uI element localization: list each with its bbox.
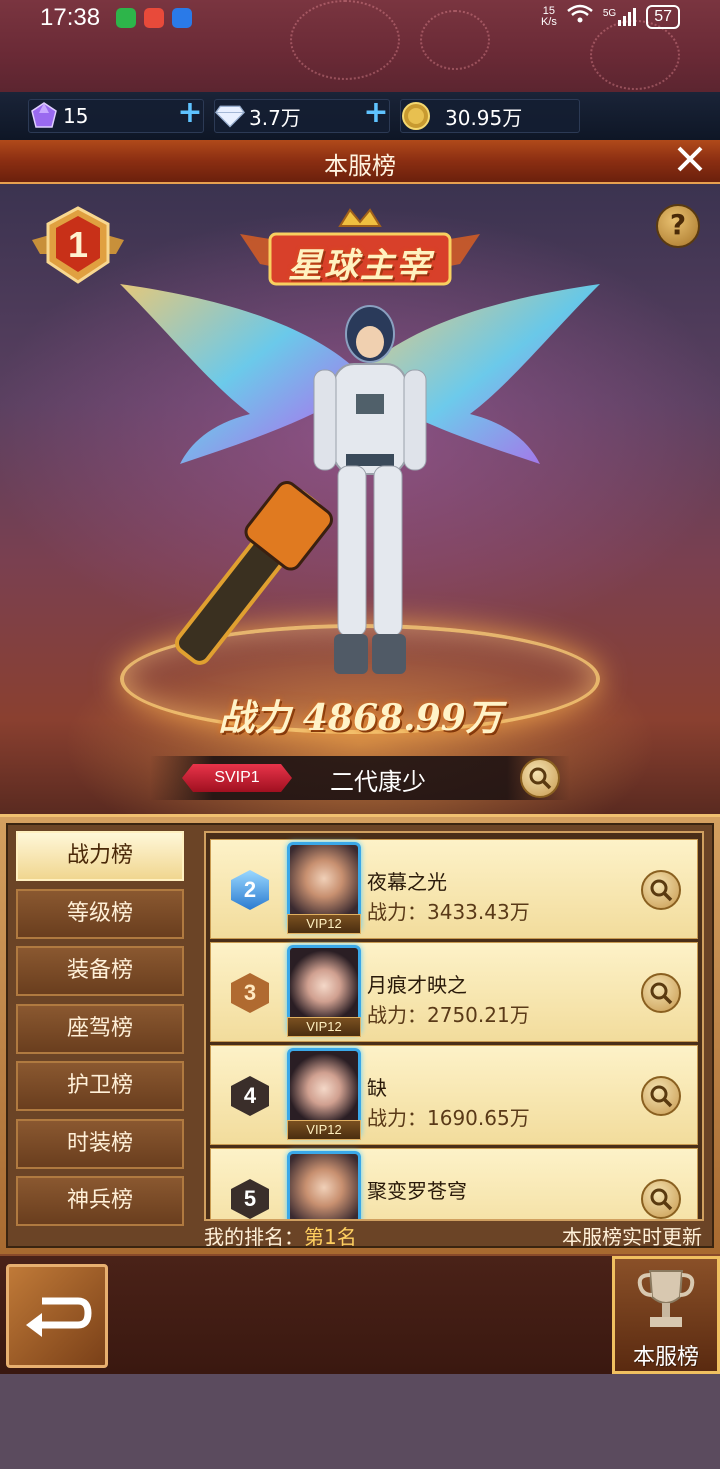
player-name: 月痕才映之: [367, 973, 467, 997]
champion-stage: 1 ? 星球主宰 战力 4868.99万 SVIP1 二代康少: [0, 184, 720, 814]
wifi-icon: [567, 4, 593, 29]
view-player-button[interactable]: [641, 870, 681, 910]
player-name: 聚变罗苍穹: [367, 1179, 467, 1203]
server-rank-button[interactable]: 本服榜: [612, 1256, 720, 1374]
trophy-icon: [637, 1270, 695, 1327]
view-champion-button[interactable]: [520, 758, 560, 798]
page-title: 本服榜: [324, 152, 396, 180]
help-button[interactable]: ?: [656, 204, 700, 248]
battery-indicator: 57: [646, 4, 680, 29]
list-item[interactable]: 4 VIP12 缺 战力：1690.65万: [210, 1045, 698, 1145]
diamonds-value: 3.7万: [249, 105, 301, 130]
champion-power: 战力 4868.99万: [218, 697, 502, 739]
add-diamonds-button[interactable]: +: [362, 98, 390, 128]
add-gems-button[interactable]: +: [176, 98, 204, 128]
rank-panel: 战力榜 等级榜 装备榜 座驾榜 护卫榜 时装榜 神兵榜 2 VIP12 夜幕之光…: [0, 814, 720, 1254]
play-store-icon: [172, 8, 192, 28]
my-rank-label: 我的排名：: [204, 1225, 304, 1249]
my-rank-value: 第1名: [304, 1225, 357, 1249]
vip-tag: VIP12: [287, 1017, 361, 1037]
firework-decoration: [590, 20, 680, 90]
tab-equipment[interactable]: 装备榜: [16, 946, 184, 996]
back-button[interactable]: [6, 1264, 108, 1368]
tab-fashion[interactable]: 时装榜: [16, 1118, 184, 1169]
firework-decoration: [420, 10, 490, 70]
player-power: 战力：2750.21万: [367, 1003, 530, 1027]
gold-value: 30.95万: [445, 105, 523, 130]
search-icon: [650, 1085, 673, 1108]
background-footer: [0, 1374, 720, 1469]
rank-badge: 2: [231, 870, 269, 910]
search-icon: [650, 982, 673, 1005]
rank-badge: 5: [231, 1179, 269, 1219]
purple-gem-icon: [29, 101, 59, 131]
shopping-app-icon: [144, 8, 164, 28]
list-item[interactable]: 2 VIP12 夜幕之光 战力：3433.43万: [210, 839, 698, 939]
player-name: 缺: [367, 1076, 387, 1100]
firework-decoration: [290, 0, 400, 80]
ranking-list[interactable]: 2 VIP12 夜幕之光 战力：3433.43万 3 VIP12 月痕才映之 战…: [204, 831, 704, 1221]
close-button[interactable]: [672, 144, 708, 180]
search-icon: [650, 1188, 673, 1211]
vip-tag: VIP12: [287, 914, 361, 934]
avatar: [287, 1151, 361, 1219]
vip-tag: VIP12: [287, 1120, 361, 1140]
gold-coin-icon: [401, 101, 431, 131]
server-rank-label: 本服榜: [632, 1345, 699, 1370]
search-icon: [650, 879, 673, 902]
svip-badge: SVIP1: [182, 764, 292, 792]
tab-power[interactable]: 战力榜: [16, 831, 184, 881]
clock: 17:38: [40, 4, 101, 31]
realtime-note: 本服榜实时更新: [562, 1225, 702, 1249]
diamond-icon: [215, 101, 245, 131]
status-indicators: 15 K/s 5G 57: [541, 4, 680, 29]
my-rank: 我的排名：第1名: [204, 1221, 357, 1250]
wechat-icon: [116, 8, 136, 28]
network-speed: 15 K/s: [540, 4, 557, 28]
view-player-button[interactable]: [641, 1179, 681, 1219]
list-item[interactable]: 3 VIP12 月痕才映之 战力：2750.21万: [210, 942, 698, 1042]
currency-bar: 15 + 3.7万 + 30.95万: [0, 92, 720, 140]
search-icon: [529, 767, 552, 790]
rank-badge: 4: [231, 1076, 269, 1116]
champion-rank: 1: [67, 224, 89, 265]
title-bar: 本服榜: [0, 140, 720, 184]
player-power: 战力：1690.65万: [367, 1106, 530, 1130]
champion-name: 二代康少: [330, 768, 426, 796]
view-player-button[interactable]: [641, 973, 681, 1013]
bottom-bar: 本服榜: [0, 1254, 720, 1374]
tab-level[interactable]: 等级榜: [16, 888, 184, 939]
category-tabs: 战力榜 等级榜 装备榜 座驾榜 护卫榜 时装榜 神兵榜: [12, 831, 188, 1234]
player-character: [313, 305, 427, 674]
signal-icon: 5G: [603, 7, 637, 26]
gems-value: 15: [63, 104, 89, 128]
currency-gold: 30.95万: [400, 99, 580, 133]
back-arrow-icon: [26, 1297, 92, 1337]
close-icon: [677, 146, 703, 172]
player-power: 战力：3433.43万: [367, 900, 530, 924]
list-item[interactable]: 5 聚变罗苍穹: [210, 1148, 698, 1219]
tab-mount[interactable]: 座驾榜: [16, 1003, 184, 1054]
rank-badge: 3: [231, 973, 269, 1013]
status-bar: 17:38 15 K/s 5G 57: [0, 0, 720, 92]
tab-weapon[interactable]: 神兵榜: [16, 1176, 184, 1226]
tab-guard[interactable]: 护卫榜: [16, 1061, 184, 1111]
view-player-button[interactable]: [641, 1076, 681, 1116]
champion-name-bar: SVIP1 二代康少: [150, 756, 570, 800]
player-name: 夜幕之光: [367, 870, 447, 894]
